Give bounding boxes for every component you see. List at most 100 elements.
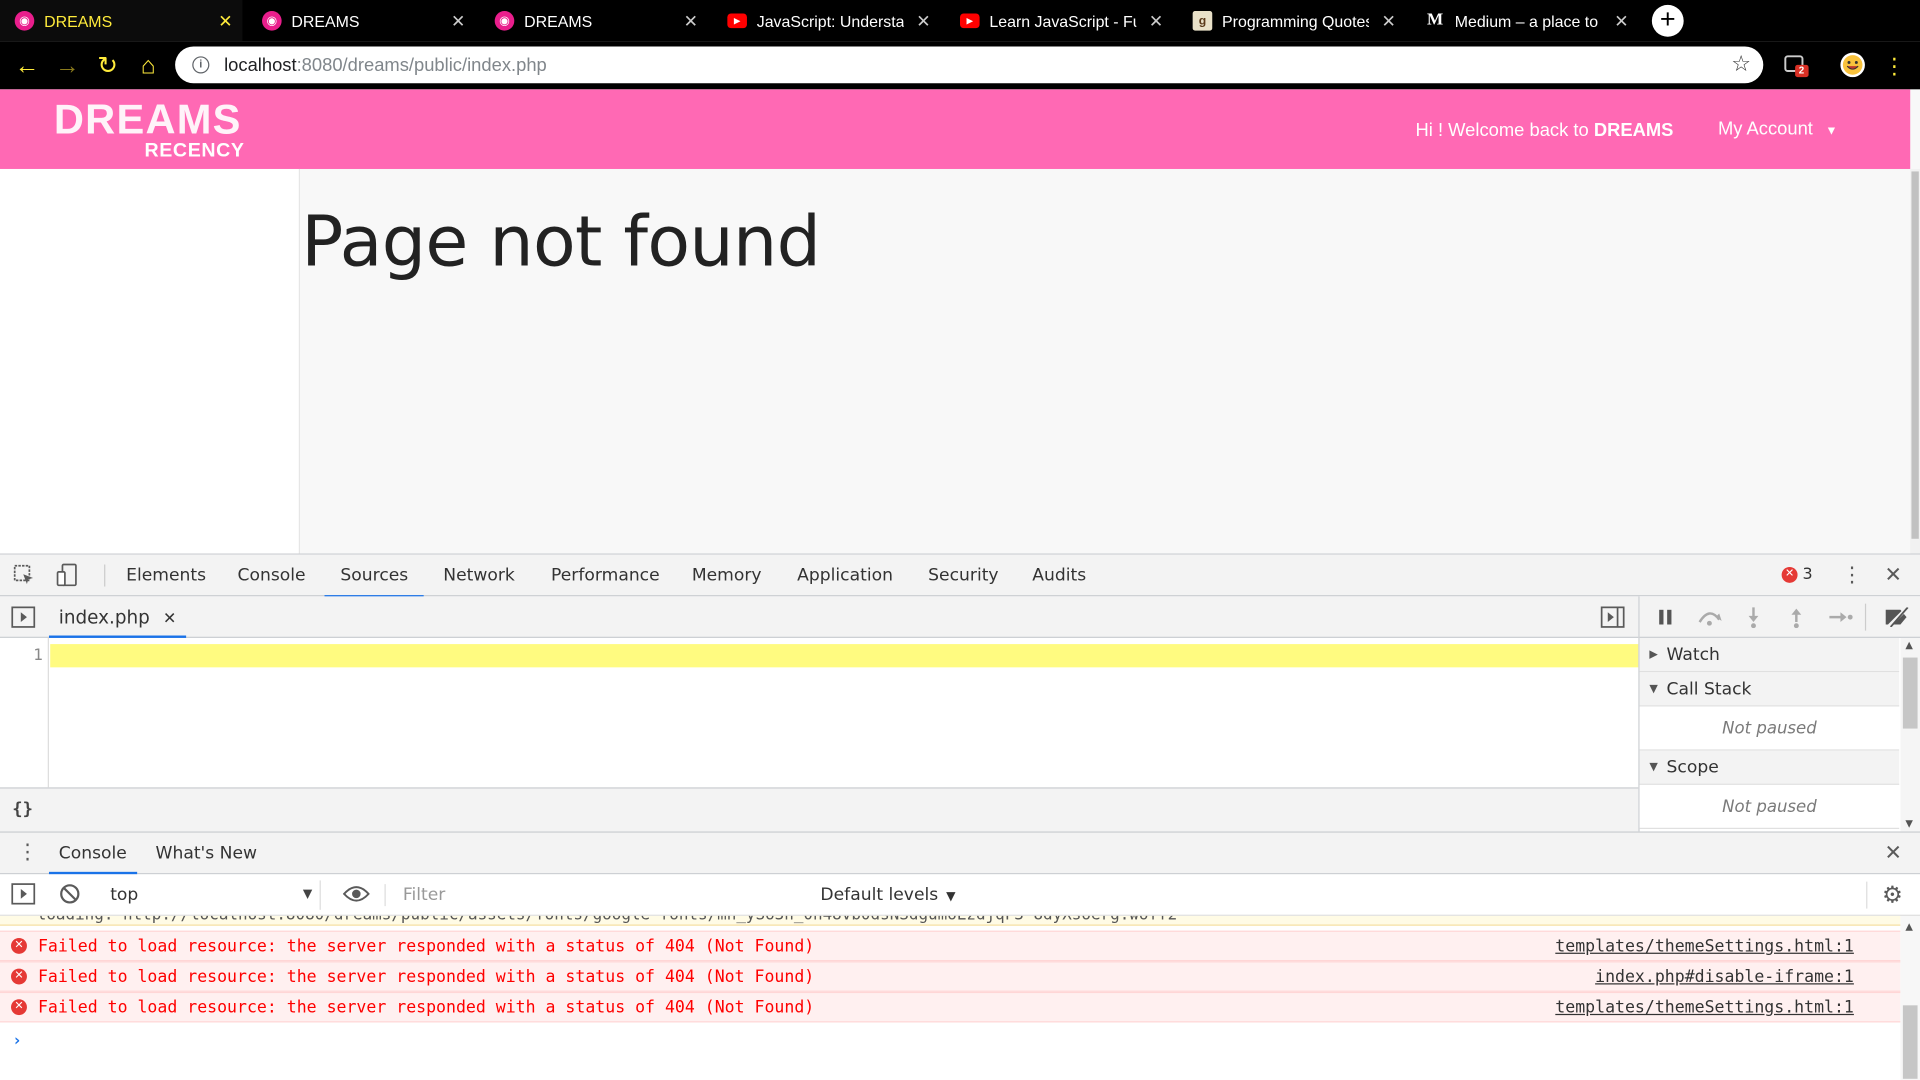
devtools-tab-network[interactable]: Network bbox=[427, 555, 530, 597]
devtools-tab-audits[interactable]: Audits bbox=[1016, 555, 1102, 597]
scroll-down-icon[interactable]: ▼ bbox=[1905, 818, 1913, 829]
step-icon[interactable] bbox=[1828, 610, 1853, 625]
devtools-tab-performance[interactable]: Performance bbox=[535, 555, 675, 597]
devtools-tab-memory[interactable]: Memory bbox=[676, 555, 778, 597]
toggle-debugger-icon[interactable] bbox=[1600, 606, 1625, 633]
console-scrollbar[interactable]: ▲ bbox=[1900, 915, 1920, 1080]
scrollbar-thumb[interactable] bbox=[1902, 657, 1918, 729]
scrollbar-thumb[interactable] bbox=[1902, 1005, 1918, 1079]
browser-tab-title: Programming Quotes ( bbox=[1222, 11, 1369, 31]
debugger-scrollbar[interactable]: ▲ ▼ bbox=[1900, 637, 1920, 832]
forward-arrow-icon[interactable]: → bbox=[53, 51, 82, 80]
drawer-tab-bar: ⋮ Console What's New ✕ bbox=[0, 831, 1920, 875]
error-counter[interactable]: ✕ 3 bbox=[1781, 566, 1813, 584]
browser-tab[interactable]: ◉ DREAMS ✕ bbox=[480, 0, 708, 42]
reload-icon[interactable]: ↻ bbox=[93, 51, 122, 80]
scrollbar-thumb[interactable] bbox=[1911, 171, 1919, 539]
page-scrollbar[interactable] bbox=[1910, 168, 1920, 554]
pretty-print-icon[interactable]: {} bbox=[12, 800, 33, 820]
close-tab-icon[interactable]: ✕ bbox=[218, 11, 232, 32]
device-toolbar-icon[interactable] bbox=[56, 563, 78, 592]
log-levels-dropdown[interactable]: Default levels ▼ bbox=[820, 880, 955, 912]
browser-menu-icon[interactable]: ⋮ bbox=[1880, 51, 1909, 80]
drawer-tab-whats-new[interactable]: What's New bbox=[146, 833, 267, 875]
step-into-icon[interactable] bbox=[1745, 606, 1762, 629]
home-icon[interactable]: ⌂ bbox=[133, 51, 162, 80]
console-sidebar-toggle-icon[interactable] bbox=[11, 883, 36, 910]
line-number[interactable]: 1 bbox=[33, 647, 43, 665]
devtools-tab-bar: Elements Console Sources Network Perform… bbox=[0, 554, 1920, 598]
browser-tab[interactable]: ▶ JavaScript: Understand ✕ bbox=[713, 0, 941, 42]
code-editor[interactable]: 1 bbox=[0, 637, 1639, 788]
browser-tab[interactable]: ▶ Learn JavaScript - Full C ✕ bbox=[945, 0, 1173, 42]
browser-tab[interactable]: ◉ DREAMS ✕ bbox=[0, 0, 243, 42]
close-tab-icon[interactable]: ✕ bbox=[1149, 11, 1163, 32]
drawer-menu-icon[interactable]: ⋮ bbox=[17, 840, 38, 864]
url-host: localhost bbox=[224, 54, 297, 76]
watch-section-header[interactable]: ▶ Watch bbox=[1639, 637, 1900, 673]
browser-tab[interactable]: M Medium – a place to re ✕ bbox=[1411, 0, 1639, 42]
deactivate-breakpoints-icon[interactable] bbox=[1882, 607, 1911, 627]
console-output[interactable]: loading: http://localhost:8080/dreams/pu… bbox=[0, 915, 1901, 1080]
dreams-favicon-icon: ◉ bbox=[14, 11, 35, 31]
welcome-prefix: Hi ! Welcome back to bbox=[1415, 120, 1594, 141]
console-toolbar: top ▼ Filter Default levels ▼ ⚙ bbox=[0, 874, 1920, 916]
address-bar[interactable]: i localhost :8080/dreams/public/index.ph… bbox=[175, 46, 1764, 84]
close-tab-icon[interactable]: ✕ bbox=[916, 11, 930, 32]
error-source-link[interactable]: index.php#disable-iframe:1 bbox=[1595, 962, 1854, 991]
extension-icon[interactable]: 2 bbox=[1783, 51, 1810, 78]
devtools-panel: Elements Console Sources Network Perform… bbox=[0, 553, 1920, 1080]
devtools-tab-sources[interactable]: Sources bbox=[324, 555, 425, 598]
browser-tab[interactable]: ◉ DREAMS ✕ bbox=[247, 0, 475, 42]
console-settings-gear-icon[interactable]: ⚙ bbox=[1882, 882, 1903, 909]
error-source-link[interactable]: templates/themeSettings.html:1 bbox=[1555, 932, 1854, 961]
log-levels-label: Default levels bbox=[820, 885, 939, 905]
live-expression-eye-icon[interactable] bbox=[342, 884, 370, 908]
site-info-icon[interactable]: i bbox=[192, 56, 210, 74]
clear-console-icon[interactable] bbox=[59, 883, 81, 910]
close-drawer-icon[interactable]: ✕ bbox=[1885, 841, 1902, 865]
welcome-brand: DREAMS bbox=[1593, 120, 1674, 141]
page-title: Page not found bbox=[301, 202, 821, 283]
devtools-tab-elements[interactable]: Elements bbox=[110, 555, 222, 597]
devtools-tab-security[interactable]: Security bbox=[912, 555, 1014, 597]
scope-section-header[interactable]: ▼ Scope bbox=[1639, 750, 1900, 785]
smiley-icon bbox=[1840, 52, 1865, 78]
my-account-dropdown[interactable]: My Account ▼ bbox=[1718, 119, 1838, 140]
new-tab-button[interactable]: + bbox=[1651, 4, 1684, 37]
goodreads-favicon-icon: g bbox=[1192, 11, 1213, 31]
toggle-navigator-icon[interactable] bbox=[11, 606, 36, 633]
scroll-up-icon[interactable]: ▲ bbox=[1905, 639, 1913, 650]
devtools-menu-icon[interactable]: ⋮ bbox=[1842, 563, 1863, 587]
truncated-message-text: loading: http://localhost:8080/dreams/pu… bbox=[37, 916, 1177, 925]
close-tab-icon[interactable]: ✕ bbox=[1614, 11, 1628, 32]
close-tab-icon[interactable]: ✕ bbox=[684, 11, 698, 32]
inspect-element-icon[interactable] bbox=[13, 564, 35, 591]
close-devtools-icon[interactable]: ✕ bbox=[1885, 563, 1902, 587]
close-file-icon[interactable]: ✕ bbox=[163, 610, 176, 628]
drawer-tab-console[interactable]: Console bbox=[48, 833, 137, 875]
youtube-favicon-icon: ▶ bbox=[960, 13, 980, 29]
error-icon: ✕ bbox=[11, 999, 27, 1016]
step-out-icon[interactable] bbox=[1788, 606, 1805, 629]
browser-tab[interactable]: g Programming Quotes ( ✕ bbox=[1178, 0, 1406, 42]
site-logo[interactable]: DREAMS bbox=[54, 97, 242, 145]
site-header: DREAMS RECENCY Hi ! Welcome back to DREA… bbox=[0, 89, 1911, 169]
close-tab-icon[interactable]: ✕ bbox=[451, 11, 465, 32]
back-arrow-icon[interactable]: ← bbox=[12, 51, 41, 80]
devtools-tab-application[interactable]: Application bbox=[781, 555, 909, 597]
call-stack-section-header[interactable]: ▼ Call Stack bbox=[1639, 672, 1900, 707]
highlighted-line[interactable] bbox=[50, 644, 1639, 668]
file-tab-index-php[interactable]: index.php ✕ bbox=[48, 596, 187, 638]
pause-icon[interactable] bbox=[1657, 609, 1674, 626]
bookmark-star-icon[interactable]: ☆ bbox=[1731, 51, 1751, 77]
scroll-up-icon[interactable]: ▲ bbox=[1905, 921, 1913, 932]
close-tab-icon[interactable]: ✕ bbox=[1382, 11, 1396, 32]
error-source-link[interactable]: templates/themeSettings.html:1 bbox=[1555, 993, 1854, 1022]
console-prompt[interactable]: › bbox=[12, 1032, 22, 1050]
console-filter-input[interactable]: Filter bbox=[394, 880, 809, 910]
profile-avatar[interactable] bbox=[1839, 51, 1866, 78]
context-selector[interactable]: top ▼ bbox=[100, 880, 321, 910]
step-over-icon[interactable] bbox=[1696, 609, 1723, 626]
devtools-tab-console[interactable]: Console bbox=[222, 555, 322, 597]
